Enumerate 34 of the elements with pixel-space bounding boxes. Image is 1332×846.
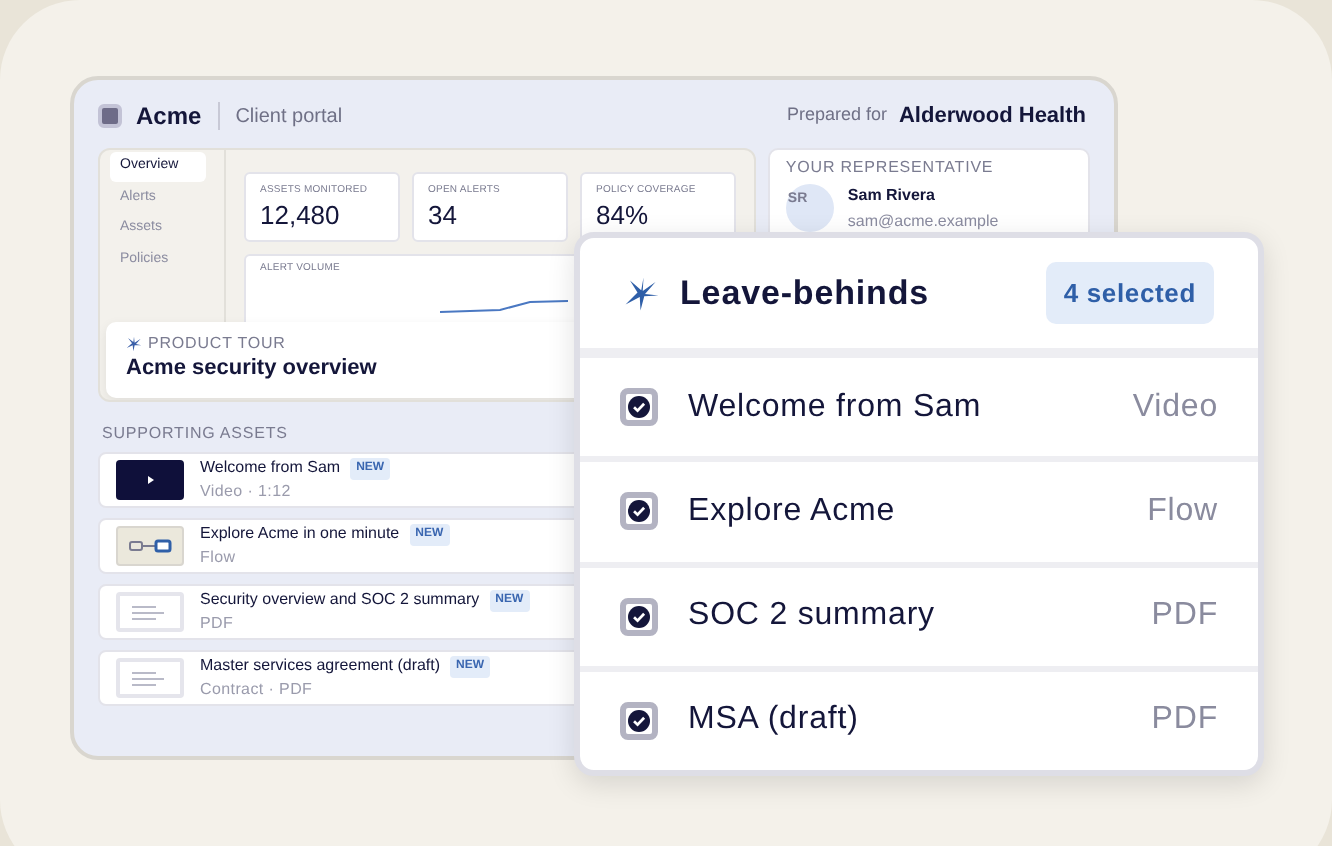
- item-label: MSA (draft): [688, 700, 859, 741]
- panel-title: Leave-behinds: [680, 271, 930, 316]
- leave-behind-item[interactable]: Welcome from Sam Video: [580, 358, 1258, 463]
- portal-subtitle: Client portal: [235, 103, 343, 131]
- asset-meta: PDF: [200, 612, 236, 636]
- metric-value: 12,480: [260, 198, 342, 232]
- prepared-label: Prepared for: [786, 102, 887, 129]
- asset-meta: Flow: [200, 546, 238, 570]
- representative-email: sam@acme.example: [847, 210, 999, 234]
- item-type: Flow: [1147, 491, 1218, 532]
- item-label: Explore Acme: [688, 491, 896, 532]
- brand-name: Acme: [136, 100, 202, 134]
- representative-heading: YOUR REPRESENTATIVE: [785, 156, 996, 180]
- asset-title: Security overview and SOC 2 summary: [200, 588, 480, 612]
- item-type: Video: [1132, 387, 1218, 428]
- metric-value: 84%: [596, 198, 651, 232]
- asset-meta: Video · 1:12: [200, 480, 293, 504]
- asset-title: Master services agreement (draft): [200, 654, 441, 678]
- selection-count-badge: 4 selected: [1045, 261, 1214, 325]
- asset-title: Explore Acme in one minute: [200, 522, 400, 546]
- item-type: PDF: [1151, 700, 1218, 741]
- item-type: PDF: [1151, 596, 1218, 637]
- section-heading: SUPPORTING ASSETS: [102, 422, 290, 446]
- asset-meta: Contract · PDF: [200, 678, 315, 702]
- tour-title: Acme security overview: [126, 356, 379, 382]
- item-label: SOC 2 summary: [688, 596, 935, 637]
- client-name: Alderwood Health: [898, 101, 1086, 132]
- item-label: Welcome from Sam: [688, 387, 982, 428]
- leave-behind-item[interactable]: SOC 2 summary PDF: [580, 567, 1258, 672]
- representative-name: Sam Rivera: [847, 184, 937, 208]
- leave-behind-item[interactable]: Explore Acme Flow: [580, 462, 1258, 567]
- tour-label: PRODUCT TOUR: [148, 332, 286, 356]
- asset-title: Welcome from Sam: [200, 456, 341, 480]
- metric-value: 34: [428, 198, 459, 232]
